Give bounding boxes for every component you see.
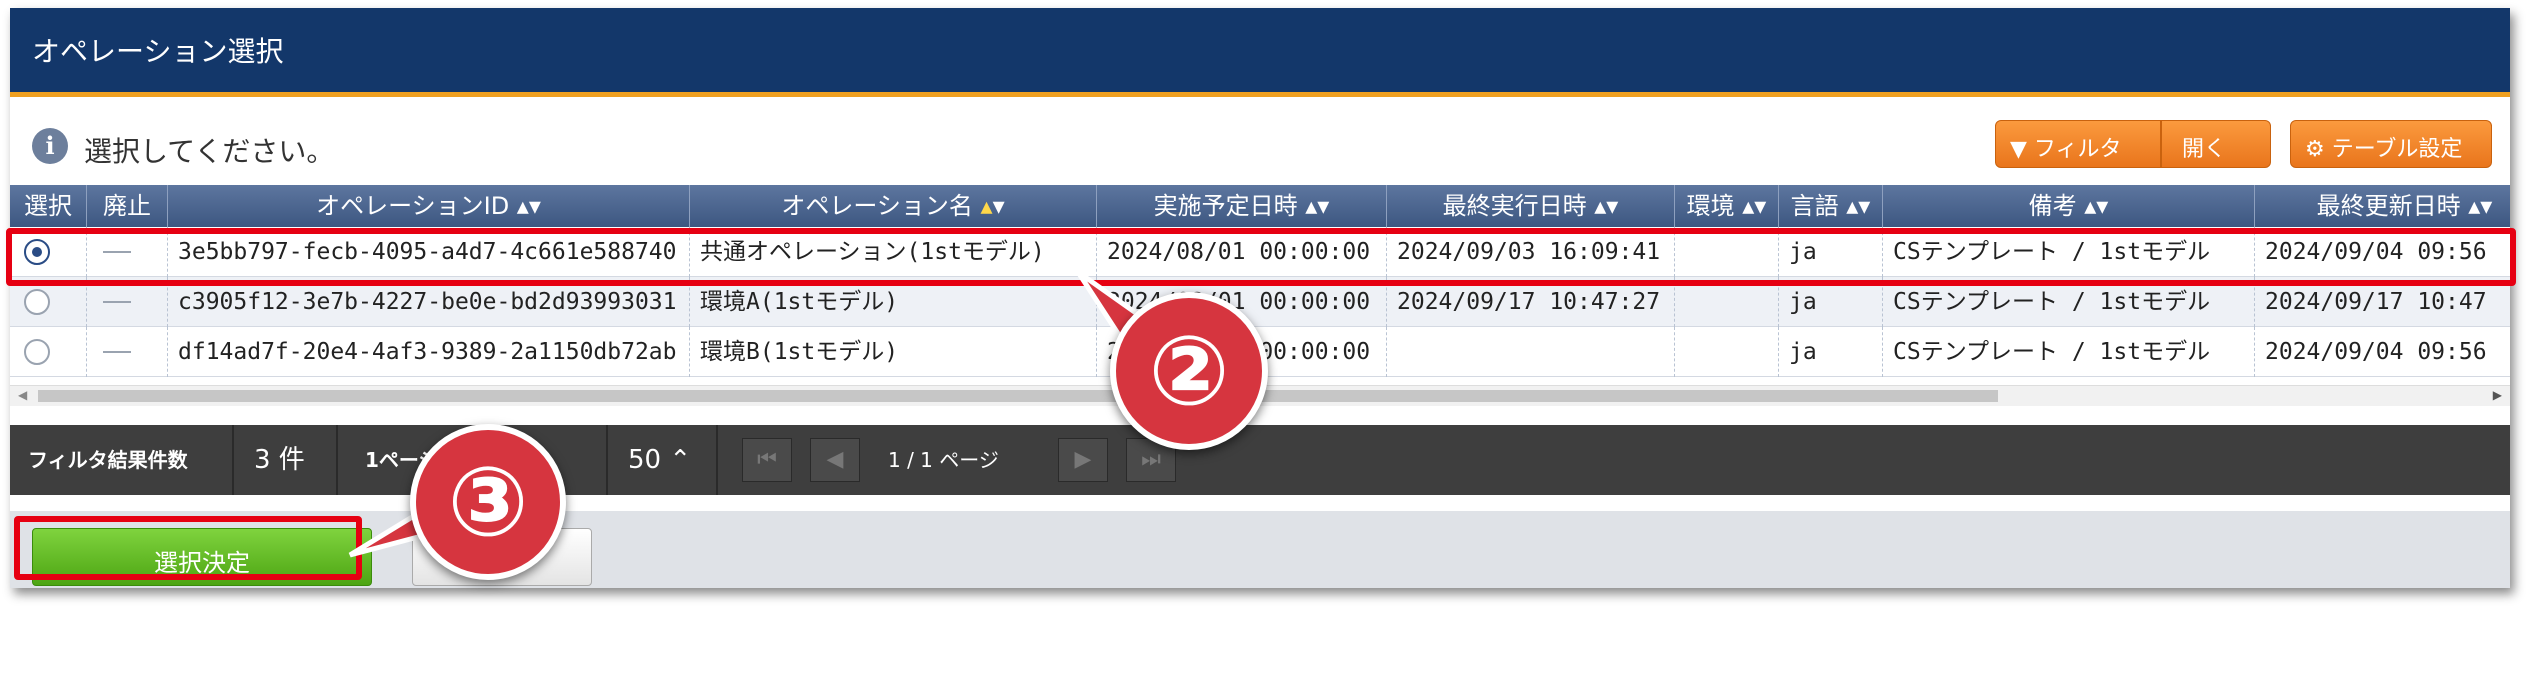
callout-two: ② bbox=[1110, 292, 1268, 450]
callout-pointers bbox=[348, 269, 1165, 558]
callout-three: ③ bbox=[410, 424, 566, 580]
